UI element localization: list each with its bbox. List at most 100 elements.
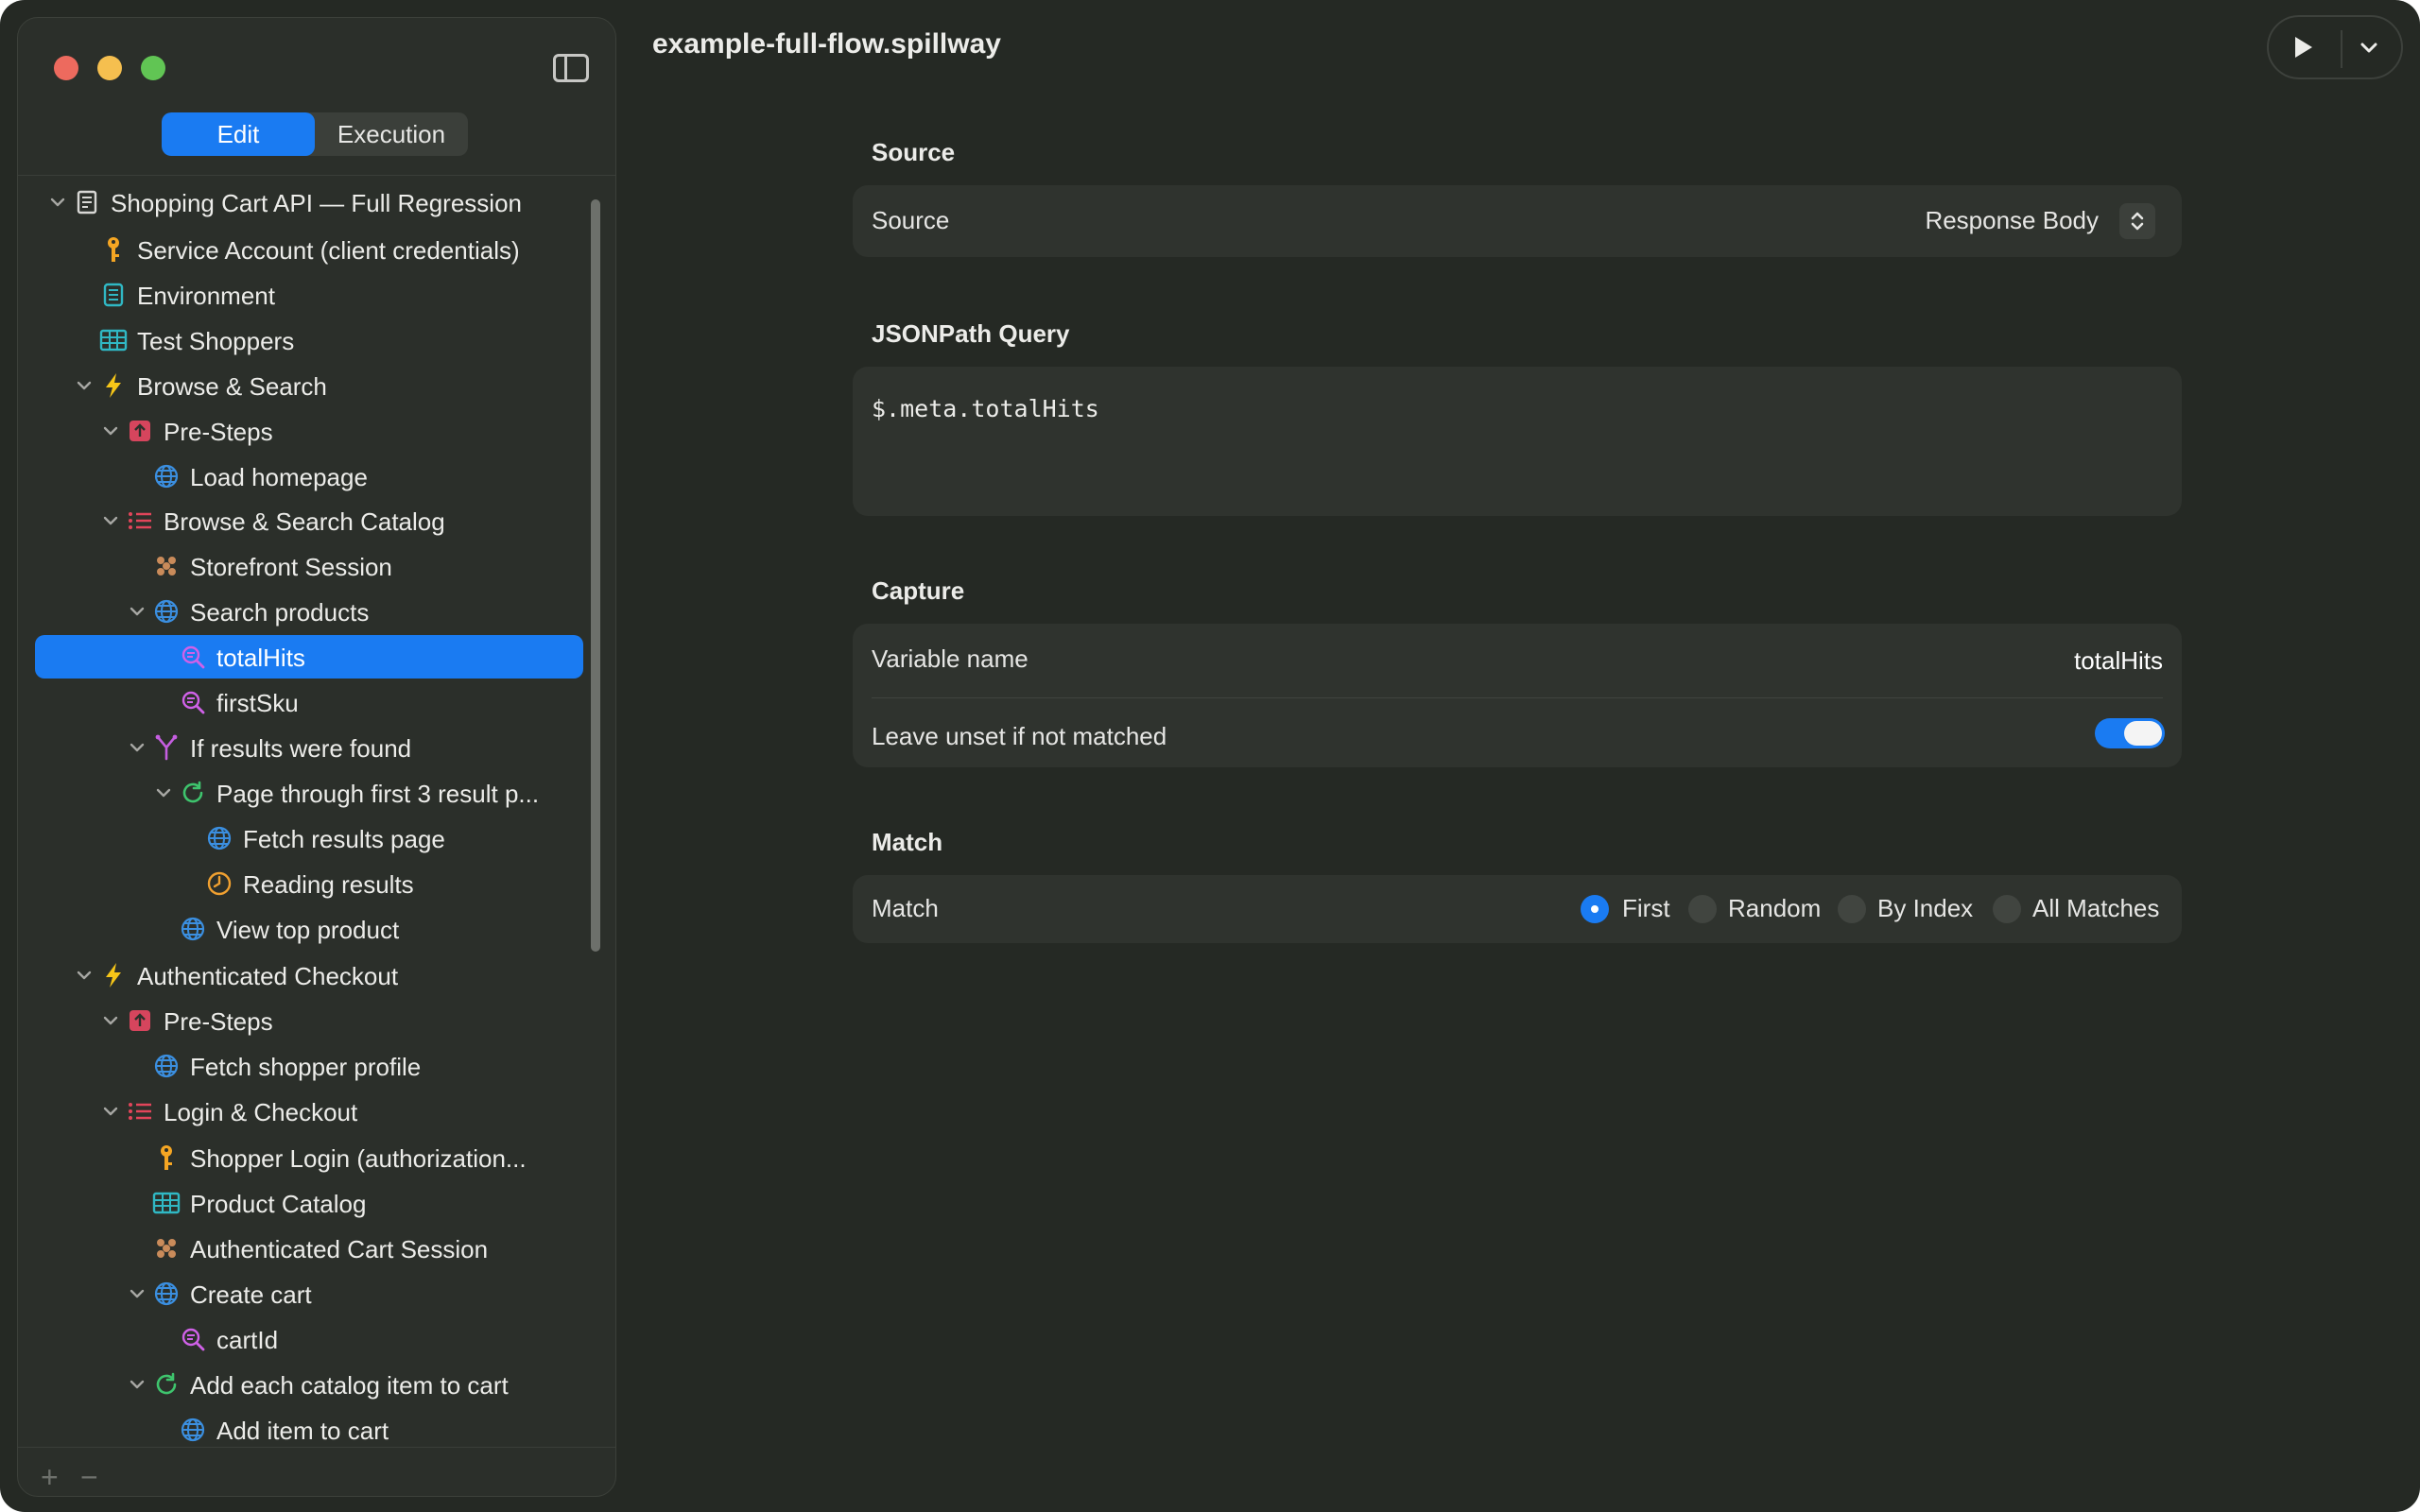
chevron-down-icon[interactable]	[75, 376, 94, 395]
tree-row[interactable]: firstSku	[35, 680, 583, 724]
source-section-heading: Source	[872, 138, 956, 166]
tree-row-label: cartId	[216, 1326, 279, 1354]
tree-row-label: Fetch shopper profile	[190, 1053, 422, 1081]
tree-row[interactable]: Create cart	[35, 1272, 583, 1315]
loop-icon	[179, 779, 207, 807]
match-random-label[interactable]: Random	[1728, 894, 1821, 923]
match-by-index-radio[interactable]	[1838, 895, 1866, 923]
chevron-down-icon[interactable]	[128, 602, 147, 621]
jsonpath-query-text[interactable]: $.meta.totalHits	[872, 395, 1099, 422]
tree-row-label: Authenticated Checkout	[137, 962, 399, 990]
tree-row-label: Load homepage	[190, 463, 368, 491]
match-random-radio[interactable]	[1688, 895, 1717, 923]
tree-row-label: Service Account (client credentials)	[137, 236, 520, 265]
chevron-down-icon[interactable]	[128, 1284, 147, 1303]
tree-row[interactable]: Authenticated Checkout	[35, 954, 583, 997]
tree-row[interactable]: totalHits	[35, 635, 583, 679]
tree-row-label: Shopping Cart API — Full Regression	[111, 189, 522, 217]
bolt-icon	[99, 371, 128, 400]
upload-icon	[126, 417, 154, 445]
globe-icon	[152, 597, 181, 626]
tree-row-label: Test Shoppers	[137, 327, 295, 355]
tree-row[interactable]: Authenticated Cart Session	[35, 1227, 583, 1270]
tree-row[interactable]: Service Account (client credentials)	[35, 228, 583, 271]
chevron-down-icon[interactable]	[101, 421, 120, 440]
leave-unset-label: Leave unset if not matched	[872, 722, 1167, 750]
tree-row[interactable]: Product Catalog	[35, 1181, 583, 1225]
tree-row-label: Browse & Search Catalog	[164, 507, 445, 536]
list-icon	[126, 507, 154, 535]
close-window-button[interactable]	[54, 56, 78, 80]
chevron-down-icon[interactable]	[128, 738, 147, 757]
match-first-radio[interactable]	[1581, 895, 1609, 923]
tree-row[interactable]: Shopping Cart API — Full Regression	[35, 180, 583, 224]
cookie-icon	[152, 552, 181, 580]
chevron-updown-icon	[2131, 212, 2144, 231]
query-editor[interactable]: $.meta.totalHits	[853, 367, 2182, 516]
match-by-index-label[interactable]: By Index	[1877, 894, 1973, 923]
tree-row[interactable]: Shopper Login (authorization...	[35, 1136, 583, 1179]
app-window: Edit Execution Shopping Cart API — Full …	[0, 0, 2420, 1512]
tree-row-label: Shopper Login (authorization...	[190, 1144, 527, 1173]
tree-row[interactable]: Login & Checkout	[35, 1090, 583, 1133]
tree-row[interactable]: Page through first 3 result p...	[35, 771, 583, 815]
minimize-window-button[interactable]	[97, 56, 122, 80]
tree-row[interactable]: View top product	[35, 907, 583, 951]
chevron-down-icon[interactable]	[48, 193, 67, 212]
extract-icon	[179, 688, 207, 716]
run-divider	[2341, 30, 2342, 68]
chevron-down-icon[interactable]	[75, 966, 94, 985]
play-icon[interactable]	[2290, 34, 2316, 60]
tree-row-label: Page through first 3 result p...	[216, 780, 540, 808]
tree-row-label: Authenticated Cart Session	[190, 1235, 489, 1263]
tree-row[interactable]: Pre-Steps	[35, 409, 583, 453]
source-card: Source Response Body	[853, 185, 2182, 257]
sidebar-divider	[18, 175, 615, 176]
chevron-down-icon[interactable]	[101, 1011, 120, 1030]
tree-row[interactable]: If results were found	[35, 726, 583, 769]
tree-row[interactable]: Fetch results page	[35, 816, 583, 860]
tree-row[interactable]: Browse & Search	[35, 364, 583, 407]
chevron-down-icon[interactable]	[101, 511, 120, 530]
mode-segmented-control: Edit Execution	[162, 112, 468, 156]
tree-row[interactable]: cartId	[35, 1317, 583, 1361]
tab-edit[interactable]: Edit	[162, 112, 315, 156]
document-icon	[73, 188, 101, 216]
tree-row-label: Add each catalog item to cart	[190, 1371, 509, 1400]
tree-row[interactable]: Load homepage	[35, 455, 583, 498]
variable-name-field[interactable]: totalHits	[2074, 646, 2163, 676]
remove-item-button[interactable]: −	[80, 1460, 98, 1495]
tree-row[interactable]: Add each catalog item to cart	[35, 1363, 583, 1406]
tab-execution[interactable]: Execution	[315, 112, 468, 156]
chevron-down-icon[interactable]	[2356, 34, 2382, 60]
chevron-down-icon[interactable]	[101, 1102, 120, 1121]
match-first-label[interactable]: First	[1622, 894, 1670, 923]
tree-row[interactable]: Reading results	[35, 862, 583, 905]
tree-row[interactable]: Storefront Session	[35, 544, 583, 588]
tree-row[interactable]: Pre-Steps	[35, 999, 583, 1042]
leave-unset-toggle[interactable]	[2095, 718, 2165, 748]
sidebar-scroll-thumb[interactable]	[591, 199, 600, 952]
sidebar-toggle-icon[interactable]	[553, 54, 589, 82]
cookie-icon	[152, 1234, 181, 1263]
match-all-matches-label[interactable]: All Matches	[2032, 894, 2159, 923]
sidebar-footer-divider	[18, 1447, 615, 1448]
tree-row[interactable]: Fetch shopper profile	[35, 1044, 583, 1088]
tree-row[interactable]: Environment	[35, 273, 583, 317]
add-item-button[interactable]: +	[41, 1460, 59, 1495]
source-popup-button[interactable]	[2119, 203, 2155, 239]
match-all-matches-radio[interactable]	[1993, 895, 2021, 923]
tree-row-label: Pre-Steps	[164, 418, 273, 446]
tree-row-label: Login & Checkout	[164, 1098, 358, 1126]
chevron-down-icon[interactable]	[154, 783, 173, 802]
zoom-window-button[interactable]	[141, 56, 165, 80]
source-popup-value[interactable]: Response Body	[1925, 206, 2099, 235]
tree-row[interactable]: Test Shoppers	[35, 318, 583, 362]
document-title: example-full-flow.spillway	[652, 28, 1001, 60]
tree-row[interactable]: Browse & Search Catalog	[35, 499, 583, 542]
tree-row-label: Search products	[190, 598, 370, 627]
tree-row[interactable]: Search products	[35, 590, 583, 633]
tree-row[interactable]: Add item to cart	[35, 1408, 583, 1452]
query-section-heading: JSONPath Query	[872, 319, 1070, 348]
chevron-down-icon[interactable]	[128, 1375, 147, 1394]
